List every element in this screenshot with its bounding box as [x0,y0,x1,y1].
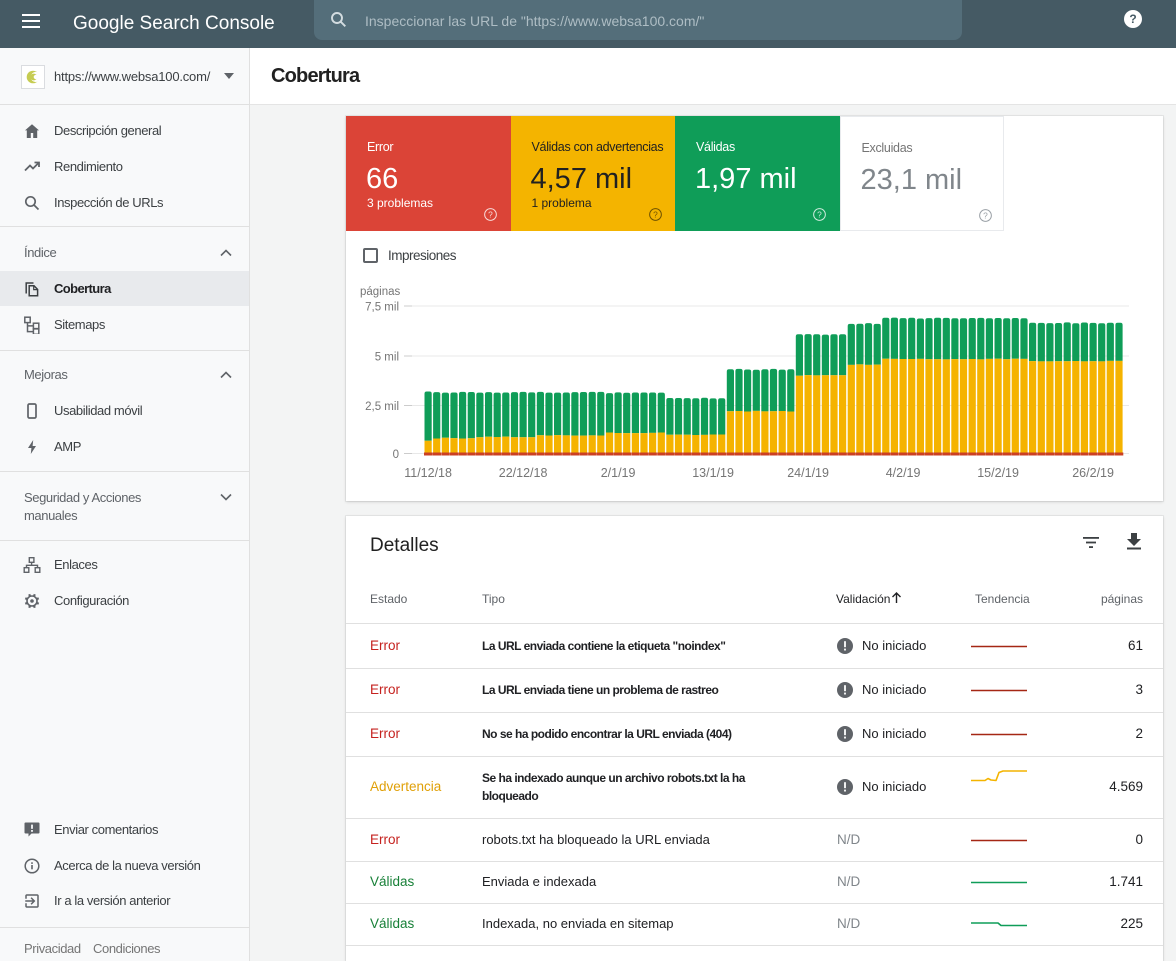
svg-text:7,5 mil: 7,5 mil [365,302,399,314]
svg-text:15/2/19: 15/2/19 [977,466,1019,480]
svg-text:26/2/19: 26/2/19 [1072,466,1114,480]
svg-text:11/12/18: 11/12/18 [404,466,452,480]
svg-text:24/1/19: 24/1/19 [787,466,829,480]
svg-text:13/1/19: 13/1/19 [692,466,734,480]
svg-text:0: 0 [393,449,399,461]
svg-text:2,5 mil: 2,5 mil [365,401,399,413]
svg-text:páginas: páginas [360,286,401,298]
svg-text:5 mil: 5 mil [375,352,399,364]
svg-text:22/12/18: 22/12/18 [499,466,548,480]
svg-text:4/2/19: 4/2/19 [886,466,921,480]
svg-text:2/1/19: 2/1/19 [601,466,636,480]
